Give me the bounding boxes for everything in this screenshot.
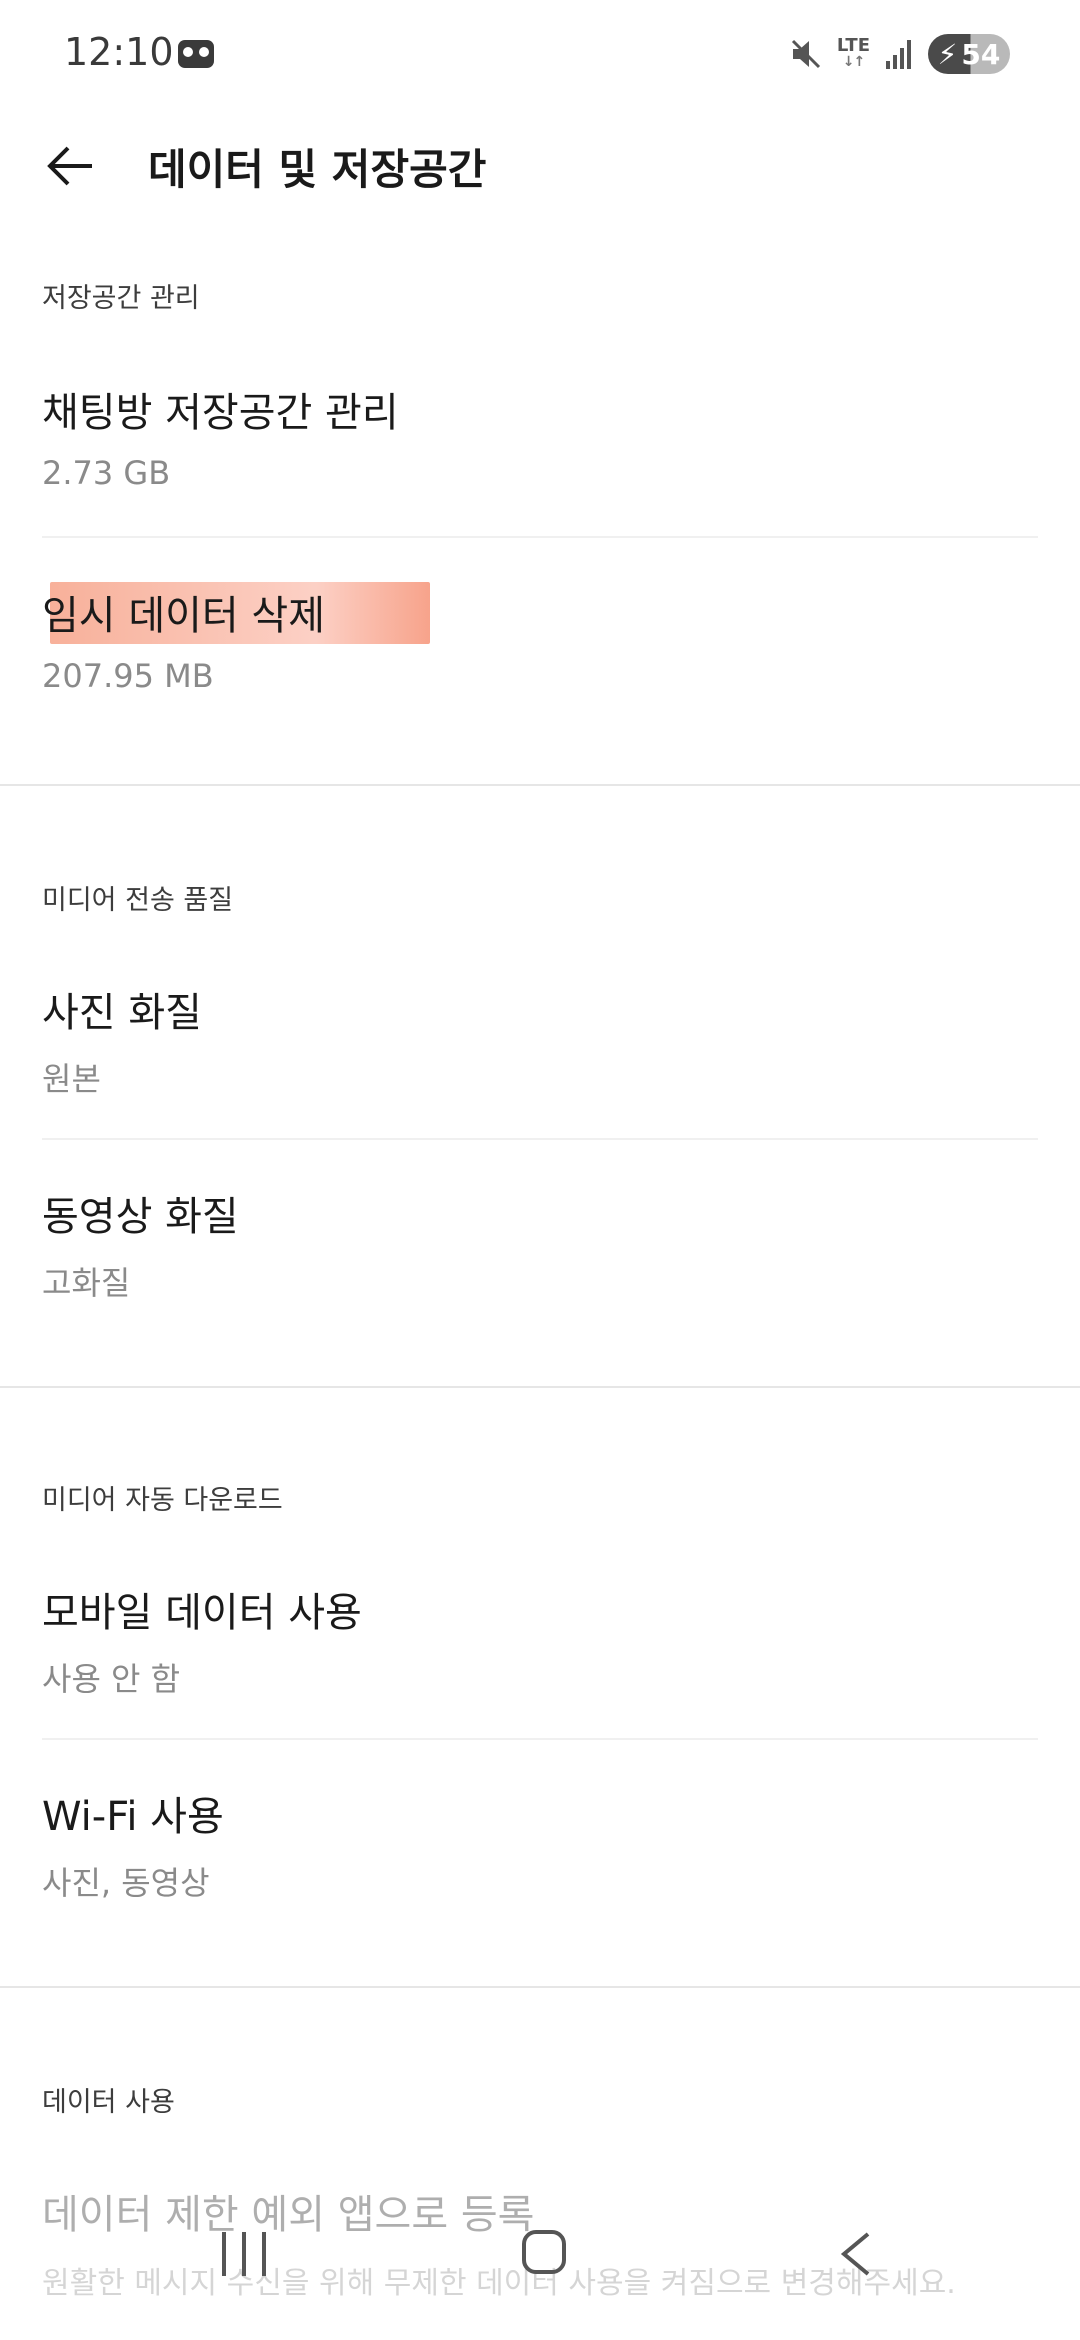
navigation-bar	[0, 2190, 1080, 2340]
section-header-auto-download: 미디어 자동 다운로드	[42, 1485, 283, 1516]
list-item-clear-temp-data[interactable]: 임시 데이터 삭제 207.95 MB	[42, 575, 1038, 725]
recents-icon[interactable]	[222, 2232, 266, 2276]
list-item-mobile-data[interactable]: 모바일 데이터 사용 사용 안 함	[42, 1572, 1038, 1722]
divider	[42, 536, 1038, 538]
app-bar: 데이터 및 저장공간	[0, 120, 1080, 210]
item-title: Wi-Fi 사용	[42, 1794, 224, 1840]
section-header-data-usage: 데이터 사용	[42, 2087, 175, 2118]
section-divider	[0, 1986, 1080, 1988]
section-divider	[0, 1386, 1080, 1388]
home-icon[interactable]	[522, 2230, 566, 2274]
mute-icon	[791, 39, 820, 69]
network-type: LTE	[836, 35, 870, 56]
item-title: 채팅방 저장공간 관리	[42, 390, 399, 436]
list-item-photo-quality[interactable]: 사진 화질 원본	[42, 972, 1038, 1122]
item-title: 사진 화질	[42, 990, 202, 1036]
battery-charging-icon: ⚡ 54	[928, 34, 1010, 74]
item-value: 사진, 동영상	[42, 1864, 210, 1902]
item-title: 동영상 화질	[42, 1194, 239, 1240]
item-value: 고화질	[42, 1264, 131, 1302]
list-item-chat-storage[interactable]: 채팅방 저장공간 관리 2.73 GB	[42, 370, 1038, 520]
lte-icon: LTE ↓↑	[836, 35, 870, 71]
page-title: 데이터 및 저장공간	[148, 145, 487, 194]
item-title: 임시 데이터 삭제	[42, 593, 326, 639]
item-title: 모바일 데이터 사용	[42, 1590, 362, 1636]
back-icon[interactable]	[836, 2230, 876, 2278]
item-value: 207.95 MB	[42, 657, 214, 695]
section-header-media-quality: 미디어 전송 품질	[42, 885, 234, 916]
section-divider	[0, 784, 1080, 786]
divider	[42, 1138, 1038, 1140]
item-value: 2.73 GB	[42, 454, 171, 492]
arrow-left-icon[interactable]	[42, 136, 102, 196]
item-value: 원본	[42, 1060, 101, 1098]
list-item-video-quality[interactable]: 동영상 화질 고화질	[42, 1176, 1038, 1326]
status-time: 12:10	[64, 30, 174, 74]
section-header-storage: 저장공간 관리	[42, 283, 200, 314]
battery-level: 54	[961, 37, 1001, 71]
bolt-icon: ⚡	[937, 37, 958, 71]
item-value: 사용 안 함	[42, 1660, 181, 1698]
list-item-wifi[interactable]: Wi-Fi 사용 사진, 동영상	[42, 1776, 1038, 1926]
voicemail-icon	[178, 40, 214, 68]
status-icons: LTE ↓↑ ⚡ 54	[789, 32, 1010, 76]
status-bar: 12:10 LTE ↓↑ ⚡ 54	[0, 0, 1080, 110]
divider	[42, 1738, 1038, 1740]
signal-icon	[886, 40, 911, 69]
